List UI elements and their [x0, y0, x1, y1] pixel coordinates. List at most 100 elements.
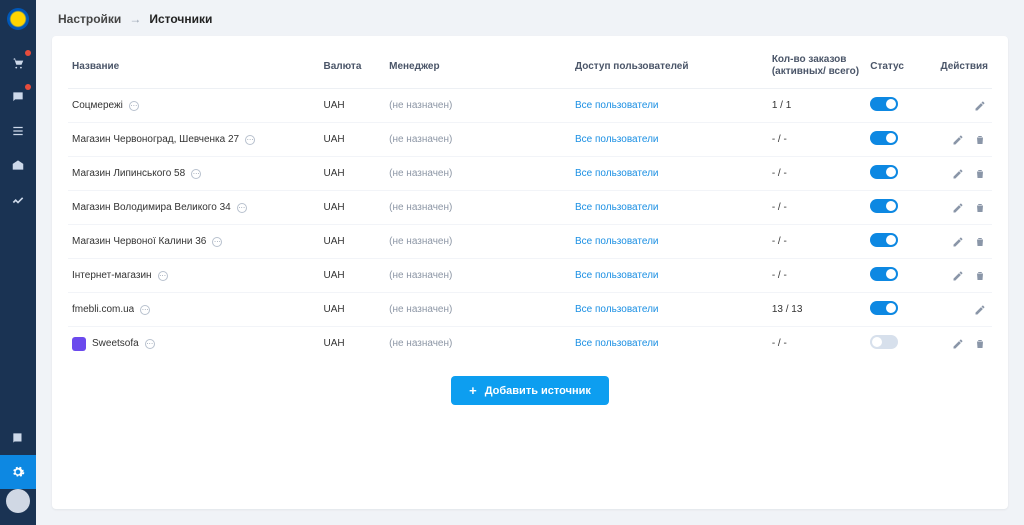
- plus-icon: +: [469, 384, 477, 397]
- edit-icon[interactable]: [950, 234, 966, 250]
- info-icon[interactable]: ⋯: [140, 305, 150, 315]
- edit-icon[interactable]: [950, 268, 966, 284]
- col-name: Название: [68, 46, 320, 89]
- table-row: fmebli.com.ua ⋯ UAH(не назначен) Все пользо…: [68, 293, 992, 327]
- info-icon[interactable]: ⋯: [129, 101, 139, 111]
- info-icon[interactable]: ⋯: [158, 271, 168, 281]
- delete-icon[interactable]: [972, 200, 988, 216]
- currency-cell: UAH: [320, 191, 386, 225]
- access-link[interactable]: Все пользователи: [575, 304, 659, 315]
- access-link[interactable]: Все пользователи: [575, 100, 659, 111]
- orders-cell: - / -: [768, 259, 866, 293]
- delete-icon[interactable]: [972, 166, 988, 182]
- nav-tasks[interactable]: [0, 114, 36, 148]
- manager-cell: (не назначен): [385, 157, 571, 191]
- manager-cell: (не назначен): [385, 293, 571, 327]
- manager-cell: (не назначен): [385, 259, 571, 293]
- delete-icon[interactable]: [972, 268, 988, 284]
- source-logo-icon: [72, 337, 86, 351]
- currency-cell: UAH: [320, 327, 386, 361]
- user-avatar[interactable]: [6, 489, 30, 513]
- source-name[interactable]: Sweetsofa: [92, 338, 139, 349]
- orders-cell: 13 / 13: [768, 293, 866, 327]
- manager-cell: (не назначен): [385, 225, 571, 259]
- status-toggle[interactable]: [870, 301, 898, 315]
- add-source-button[interactable]: + Добавить источник: [451, 376, 609, 405]
- nav-settings[interactable]: [0, 455, 36, 489]
- source-name[interactable]: Інтернет-магазин: [72, 270, 152, 281]
- col-actions: Действия: [932, 46, 992, 89]
- info-icon[interactable]: ⋯: [237, 203, 247, 213]
- info-icon[interactable]: ⋯: [212, 237, 222, 247]
- edit-icon[interactable]: [950, 200, 966, 216]
- nav-warehouse[interactable]: [0, 148, 36, 182]
- currency-cell: UAH: [320, 259, 386, 293]
- status-toggle[interactable]: [870, 335, 898, 349]
- nav-chat[interactable]: [0, 80, 36, 114]
- currency-cell: UAH: [320, 123, 386, 157]
- col-orders: Кол-во заказов (активных/ всего): [768, 46, 866, 89]
- manager-cell: (не назначен): [385, 89, 571, 123]
- manager-cell: (не назначен): [385, 191, 571, 225]
- access-link[interactable]: Все пользователи: [575, 134, 659, 145]
- orders-cell: - / -: [768, 123, 866, 157]
- currency-cell: UAH: [320, 293, 386, 327]
- orders-cell: - / -: [768, 225, 866, 259]
- delete-icon[interactable]: [972, 132, 988, 148]
- access-link[interactable]: Все пользователи: [575, 270, 659, 281]
- info-icon[interactable]: ⋯: [145, 339, 155, 349]
- edit-icon[interactable]: [950, 132, 966, 148]
- sources-card: Название Валюта Менеджер Доступ пользова…: [52, 36, 1008, 509]
- orders-cell: - / -: [768, 191, 866, 225]
- col-manager: Менеджер: [385, 46, 571, 89]
- breadcrumb: Настройки → Источники: [58, 12, 1008, 26]
- source-name[interactable]: Соцмережі: [72, 100, 123, 111]
- table-row: Соцмережі ⋯ UAH(не назначен) Все пользовате…: [68, 89, 992, 123]
- edit-icon[interactable]: [972, 302, 988, 318]
- nav-analytics[interactable]: [0, 182, 36, 216]
- edit-icon[interactable]: [972, 98, 988, 114]
- table-row: Магазин Червоноград, Шевченка 27 ⋯ UAH(не …: [68, 123, 992, 157]
- status-toggle[interactable]: [870, 131, 898, 145]
- main-content: Настройки → Источники Название Валюта Ме…: [36, 0, 1024, 525]
- delete-icon[interactable]: [972, 234, 988, 250]
- orders-cell: - / -: [768, 157, 866, 191]
- add-source-label: Добавить источник: [485, 385, 591, 397]
- nav-cart[interactable]: [0, 46, 36, 80]
- status-toggle[interactable]: [870, 199, 898, 213]
- source-name[interactable]: Магазин Володимира Великого 34: [72, 202, 231, 213]
- chevron-right-icon: →: [129, 12, 141, 26]
- source-name[interactable]: Магазин Липинського 58: [72, 168, 185, 179]
- source-name[interactable]: fmebli.com.ua: [72, 304, 134, 315]
- nav-help[interactable]: [0, 421, 36, 455]
- orders-cell: 1 / 1: [768, 89, 866, 123]
- status-toggle[interactable]: [870, 267, 898, 281]
- table-row: Інтернет-магазин ⋯ UAH(не назначен) Все пол…: [68, 259, 992, 293]
- currency-cell: UAH: [320, 89, 386, 123]
- col-status: Статус: [866, 46, 932, 89]
- currency-cell: UAH: [320, 225, 386, 259]
- info-icon[interactable]: ⋯: [191, 169, 201, 179]
- col-access: Доступ пользователей: [571, 46, 768, 89]
- access-link[interactable]: Все пользователи: [575, 338, 659, 349]
- breadcrumb-parent[interactable]: Настройки: [58, 12, 121, 26]
- source-name[interactable]: Магазин Червоноград, Шевченка 27: [72, 134, 239, 145]
- manager-cell: (не назначен): [385, 123, 571, 157]
- delete-icon[interactable]: [972, 336, 988, 352]
- access-link[interactable]: Все пользователи: [575, 236, 659, 247]
- table-row: Sweetsofa⋯UAH(не назначен)Все пользовате…: [68, 327, 992, 361]
- notification-dot-icon: [25, 50, 31, 56]
- source-name[interactable]: Магазин Червоної Калини 36: [72, 236, 206, 247]
- table-row: Магазин Володимира Великого 34 ⋯ UAH(не на…: [68, 191, 992, 225]
- status-toggle[interactable]: [870, 233, 898, 247]
- notification-dot-icon: [25, 84, 31, 90]
- col-currency: Валюта: [320, 46, 386, 89]
- access-link[interactable]: Все пользователи: [575, 168, 659, 179]
- edit-icon[interactable]: [950, 336, 966, 352]
- sidebar: [0, 0, 36, 525]
- edit-icon[interactable]: [950, 166, 966, 182]
- access-link[interactable]: Все пользователи: [575, 202, 659, 213]
- status-toggle[interactable]: [870, 165, 898, 179]
- status-toggle[interactable]: [870, 97, 898, 111]
- info-icon[interactable]: ⋯: [245, 135, 255, 145]
